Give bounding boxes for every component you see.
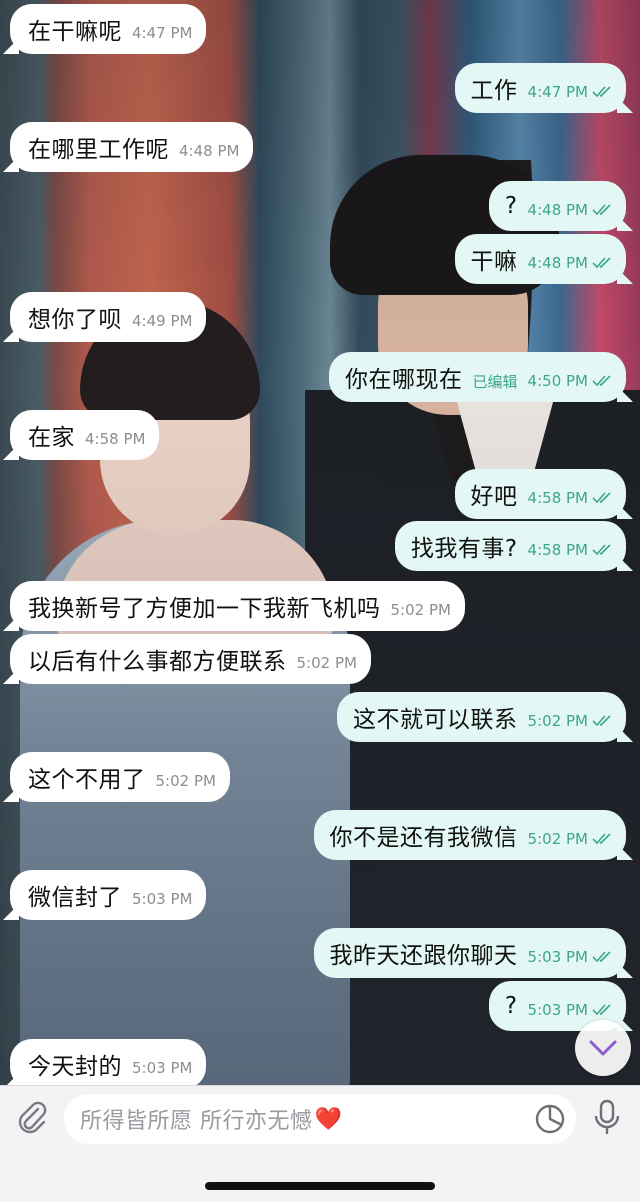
outgoing-message[interactable]: 这不就可以联系 5:02 PM (337, 692, 633, 742)
message-text: 在干嘛呢 (28, 19, 122, 45)
outgoing-message[interactable]: 我昨天还跟你聊天 5:03 PM (313, 928, 633, 978)
incoming-message[interactable]: 在干嘛呢 4:47 PM (3, 4, 207, 54)
message-text: 我昨天还跟你聊天 (329, 943, 518, 969)
message-time: 5:02 PM (155, 772, 216, 790)
message-time: 4:47 PM (527, 83, 588, 101)
microphone-icon[interactable] (590, 1098, 624, 1138)
incoming-message[interactable]: 这个不用了 5:02 PM (3, 752, 230, 802)
message-time: 5:03 PM (132, 1059, 193, 1077)
message-time: 5:02 PM (390, 601, 451, 619)
message-time: 5:03 PM (527, 948, 588, 966)
message-time: 4:50 PM (527, 372, 588, 390)
message-text: ? (504, 993, 518, 1019)
home-indicator (205, 1182, 435, 1190)
message-text: 这个不用了 (28, 767, 146, 793)
message-time: 4:48 PM (179, 142, 240, 160)
message-text: 我换新号了方便加一下我新飞机吗 (28, 596, 381, 622)
message-text: 好吧 (470, 484, 518, 510)
outgoing-message[interactable]: 工作 4:47 PM (454, 63, 633, 113)
outgoing-message[interactable]: ? 4:48 PM (488, 181, 633, 231)
double-check-icon (592, 492, 611, 504)
edited-label: 已编辑 (472, 372, 518, 391)
incoming-message[interactable]: 微信封了 5:03 PM (3, 870, 207, 920)
double-check-icon (592, 833, 611, 845)
message-time: 4:58 PM (527, 489, 588, 507)
message-text: 你在哪现在 (345, 367, 463, 393)
incoming-message[interactable]: 在哪里工作呢 4:48 PM (3, 122, 254, 172)
message-time: 4:58 PM (85, 430, 146, 448)
heart-emoji: ❤️ (314, 1106, 342, 1132)
message-input-placeholder: 所得皆所愿 所行亦无憾 (80, 1109, 313, 1134)
message-time: 5:03 PM (527, 1001, 588, 1019)
message-text: 在哪里工作呢 (28, 137, 169, 163)
incoming-message[interactable]: 今天封的 5:03 PM (3, 1039, 207, 1089)
chevron-down-icon (589, 1040, 617, 1056)
message-text: 找我有事? (410, 536, 518, 562)
message-time: 4:48 PM (527, 201, 588, 219)
message-text: 微信封了 (28, 885, 122, 911)
message-text: 在家 (28, 425, 75, 451)
outgoing-message[interactable]: 你不是还有我微信 5:02 PM (313, 810, 633, 860)
message-text: 你不是还有我微信 (329, 825, 518, 851)
message-text: 今天封的 (28, 1054, 122, 1080)
message-time: 4:58 PM (527, 541, 588, 559)
double-check-icon (592, 257, 611, 269)
double-check-icon (592, 951, 611, 963)
message-text: 以后有什么事都方便联系 (28, 649, 287, 675)
double-check-icon (592, 375, 611, 387)
incoming-message[interactable]: 想你了呗 4:49 PM (3, 292, 207, 342)
double-check-icon (592, 544, 611, 556)
message-input[interactable]: 所得皆所愿 所行亦无憾 ❤️ (64, 1094, 576, 1144)
message-time: 5:02 PM (527, 830, 588, 848)
message-time: 5:02 PM (527, 712, 588, 730)
message-input-bar: 所得皆所愿 所行亦无憾 ❤️ (0, 1085, 640, 1202)
message-time: 4:49 PM (132, 312, 193, 330)
message-text: ? (504, 193, 518, 219)
double-check-icon (592, 715, 611, 727)
message-time: 4:47 PM (132, 24, 193, 42)
double-check-icon (592, 86, 611, 98)
double-check-icon (592, 1004, 611, 1016)
incoming-message[interactable]: 在家 4:58 PM (3, 410, 160, 460)
message-time: 5:02 PM (296, 654, 357, 672)
paperclip-icon[interactable] (14, 1100, 50, 1136)
sticker-icon[interactable] (532, 1101, 568, 1137)
outgoing-message[interactable]: 找我有事? 4:58 PM (394, 521, 633, 571)
scroll-to-bottom-button[interactable] (575, 1020, 631, 1076)
outgoing-message[interactable]: 你在哪现在 已编辑 4:50 PM (329, 352, 633, 402)
message-time: 4:48 PM (527, 254, 588, 272)
outgoing-message[interactable]: 干嘛 4:48 PM (454, 234, 633, 284)
message-text: 干嘛 (470, 249, 518, 275)
message-text: 工作 (470, 78, 518, 104)
message-text: 想你了呗 (28, 307, 122, 333)
incoming-message[interactable]: 我换新号了方便加一下我新飞机吗 5:02 PM (3, 581, 465, 631)
message-time: 5:03 PM (132, 890, 193, 908)
incoming-message[interactable]: 以后有什么事都方便联系 5:02 PM (3, 634, 371, 684)
double-check-icon (592, 204, 611, 216)
outgoing-message[interactable]: 好吧 4:58 PM (454, 469, 633, 519)
message-text: 这不就可以联系 (353, 707, 518, 733)
